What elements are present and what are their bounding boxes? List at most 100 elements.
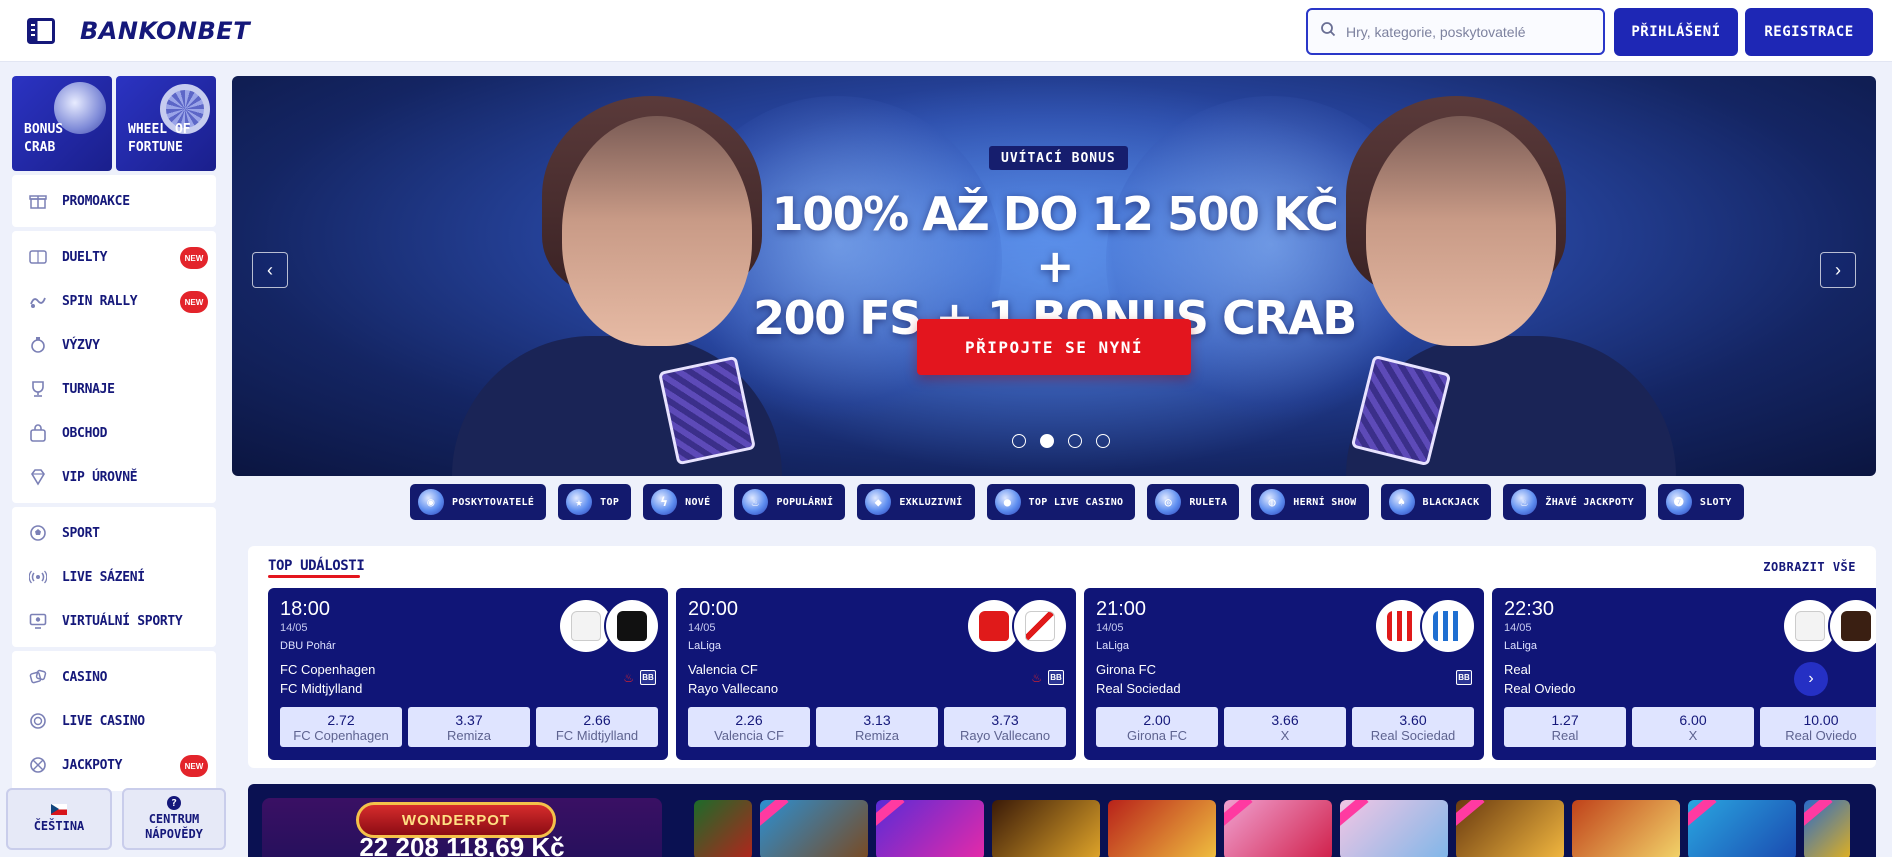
join-now-button[interactable]: PŘIPOJTE SE NYNÍ bbox=[917, 319, 1191, 375]
odds-outcome: Valencia CF bbox=[714, 727, 784, 743]
dice-icon bbox=[28, 667, 48, 687]
game-thumbnail[interactable] bbox=[1224, 800, 1332, 857]
category-poskytovatele[interactable]: ◉ POSKYTOVATELÉ bbox=[410, 484, 547, 520]
category-ruleta[interactable]: ◎ RULETA bbox=[1147, 484, 1240, 520]
away-jersey-icon bbox=[606, 600, 658, 652]
away-jersey-icon bbox=[1014, 600, 1066, 652]
odds-button[interactable]: 6.00 X bbox=[1632, 707, 1754, 747]
sidebar-item-live-sazeni[interactable]: LIVE SÁZENÍ bbox=[12, 555, 216, 599]
game-thumbnail[interactable] bbox=[694, 800, 752, 857]
category-label: POSKYTOVATELÉ bbox=[452, 496, 535, 508]
game-thumbnail[interactable] bbox=[760, 800, 868, 857]
sidebar-item-duelty[interactable]: DUELTY NEW bbox=[12, 235, 216, 279]
event-date: 14/05 bbox=[1096, 622, 1124, 634]
odds-button[interactable]: 3.60 Real Sociedad bbox=[1352, 707, 1474, 747]
sidebar-item-casino[interactable]: CASINO bbox=[12, 655, 216, 699]
carousel-dot[interactable] bbox=[1068, 434, 1082, 448]
category-blackjack[interactable]: ♠ BLACKJACK bbox=[1380, 484, 1492, 520]
odds-button[interactable]: 3.37 Remiza bbox=[408, 707, 530, 747]
sidebar-item-jackpoty[interactable]: JACKPOTY NEW bbox=[12, 743, 216, 787]
category-sloty[interactable]: ❼ SLOTY bbox=[1657, 484, 1744, 520]
odds-row: 1.27 Real 6.00 X 10.00 Real Oviedo bbox=[1504, 707, 1876, 747]
home-jersey-icon bbox=[968, 600, 1020, 652]
register-button[interactable]: REGISTRACE bbox=[1745, 8, 1873, 56]
search-box[interactable] bbox=[1306, 8, 1605, 55]
category-exkluzivni[interactable]: ◆ EXKLUZIVNÍ bbox=[857, 484, 975, 520]
wonderpot-panel[interactable]: WONDERPOT 22 208 118,69 Kč bbox=[262, 798, 662, 857]
new-badge: NEW bbox=[180, 291, 208, 313]
show-all-link[interactable]: ZOBRAZIT VŠE bbox=[1763, 560, 1856, 574]
sidebar-item-vyzvy[interactable]: VÝZVY bbox=[12, 323, 216, 367]
sidebar-toggle-icon[interactable] bbox=[24, 15, 58, 47]
show-icon: ◍ bbox=[1259, 489, 1286, 515]
category-label: SLOTY bbox=[1699, 496, 1732, 508]
odds-outcome: Real bbox=[1551, 727, 1579, 743]
bonus-crab-tile[interactable]: BONUS CRAB bbox=[12, 76, 112, 171]
hero-banner[interactable]: UVÍTACÍ BONUS 100% AŽ DO 12 500 KČ + 200… bbox=[232, 76, 1876, 476]
odds-value: 3.13 bbox=[863, 711, 891, 728]
bonus-crab-label: BONUS CRAB bbox=[24, 122, 64, 155]
jackpot-section: WONDERPOT 22 208 118,69 Kč bbox=[248, 784, 1876, 857]
language-button[interactable]: ČEŠTINA bbox=[6, 788, 112, 850]
game-thumbnail[interactable] bbox=[992, 800, 1100, 857]
help-center-button[interactable]: ? CENTRUM NÁPOVĚDY bbox=[122, 788, 226, 850]
carousel-dot[interactable] bbox=[1096, 434, 1110, 448]
flame-icon: ♨ bbox=[742, 489, 769, 515]
carousel-dot-active[interactable] bbox=[1040, 434, 1054, 448]
odds-button[interactable]: 2.26 Valencia CF bbox=[688, 707, 810, 747]
sidebar-item-virtualni-sporty[interactable]: VIRTUÁLNÍ SPORTY bbox=[12, 599, 216, 643]
odds-button[interactable]: 2.00 Girona FC bbox=[1096, 707, 1218, 747]
section-title: TOP UDÁLOSTI bbox=[268, 558, 365, 578]
odds-button[interactable]: 3.66 X bbox=[1224, 707, 1346, 747]
odds-button[interactable]: 3.13 Remiza bbox=[816, 707, 938, 747]
odds-button[interactable]: 1.27 Real bbox=[1504, 707, 1626, 747]
sidebar-item-obchod[interactable]: OBCHOD bbox=[12, 411, 216, 455]
chevron-right-icon[interactable]: › bbox=[1794, 662, 1828, 696]
event-card[interactable]: 21:00 14/05 LaLiga Girona FC Real Socied… bbox=[1084, 588, 1484, 760]
sidebar-item-spin-rally[interactable]: SPIN RALLY NEW bbox=[12, 279, 216, 323]
event-card[interactable]: 20:00 14/05 LaLiga Valencia CF Rayo Vall… bbox=[676, 588, 1076, 760]
sidebar-item-live-casino[interactable]: LIVE CASINO bbox=[12, 699, 216, 743]
game-thumbnail[interactable] bbox=[1456, 800, 1564, 857]
game-thumbnail[interactable] bbox=[1572, 800, 1680, 857]
lightning-icon: ϟ bbox=[651, 489, 678, 515]
odds-button[interactable]: 2.72 FC Copenhagen bbox=[280, 707, 402, 747]
login-button[interactable]: PŘIHLÁŠENÍ bbox=[1614, 8, 1738, 56]
logo[interactable]: BANKONBET bbox=[80, 17, 250, 45]
odds-outcome: Real Sociedad bbox=[1370, 727, 1456, 743]
game-thumbnail[interactable] bbox=[1688, 800, 1796, 857]
event-time: 21:00 bbox=[1096, 598, 1147, 620]
sidebar-item-promoakce[interactable]: PROMOAKCE bbox=[12, 179, 216, 223]
sidebar-item-label: DUELTY bbox=[62, 249, 108, 265]
search-input[interactable] bbox=[1346, 23, 1586, 40]
game-thumbnail[interactable] bbox=[876, 800, 984, 857]
category-herni-show[interactable]: ◍ HERNÍ SHOW bbox=[1251, 484, 1369, 520]
odds-button[interactable]: 10.00 Real Oviedo bbox=[1760, 707, 1876, 747]
carousel-dot[interactable] bbox=[1012, 434, 1026, 448]
category-top[interactable]: ★ TOP bbox=[558, 484, 632, 520]
odds-button[interactable]: 2.66 FC Midtjylland bbox=[536, 707, 658, 747]
event-time: 20:00 bbox=[688, 598, 739, 620]
category-label: TOP bbox=[600, 496, 620, 508]
category-popularni[interactable]: ♨ POPULÁRNÍ bbox=[734, 484, 846, 520]
chevron-right-icon[interactable]: › bbox=[1820, 252, 1856, 288]
category-top-live-casino[interactable]: ● TOP LIVE CASINO bbox=[986, 484, 1136, 520]
chevron-left-icon[interactable]: ‹ bbox=[252, 252, 288, 288]
roulette-icon: ◎ bbox=[1155, 489, 1182, 515]
wheel-of-fortune-tile[interactable]: WHEEL OF FORTUNE bbox=[116, 76, 216, 171]
game-thumbnail[interactable] bbox=[1804, 800, 1850, 857]
sidebar-item-label: VIP ÚROVNĚ bbox=[62, 469, 138, 485]
odds-button[interactable]: 3.73 Rayo Vallecano bbox=[944, 707, 1066, 747]
gem-icon: ◆ bbox=[865, 489, 892, 515]
sidebar-item-turnaje[interactable]: TURNAJE bbox=[12, 367, 216, 411]
category-nove[interactable]: ϟ NOVÉ bbox=[643, 484, 723, 520]
game-thumbnail[interactable] bbox=[1108, 800, 1216, 857]
sidebar-item-vip-urovne[interactable]: VIP ÚROVNĚ bbox=[12, 455, 216, 499]
category-label: TOP LIVE CASINO bbox=[1028, 496, 1124, 508]
event-card[interactable]: 18:00 14/05 DBU Pohár FC Copenhagen FC M… bbox=[268, 588, 668, 760]
game-thumbnail[interactable] bbox=[1340, 800, 1448, 857]
sidebar-item-sport[interactable]: SPORT bbox=[12, 511, 216, 555]
team-crests bbox=[560, 600, 658, 652]
event-league: LaLiga bbox=[1504, 640, 1538, 652]
category-zhave-jackpoty[interactable]: ♨ ŽHAVÉ JACKPOTY bbox=[1503, 484, 1646, 520]
